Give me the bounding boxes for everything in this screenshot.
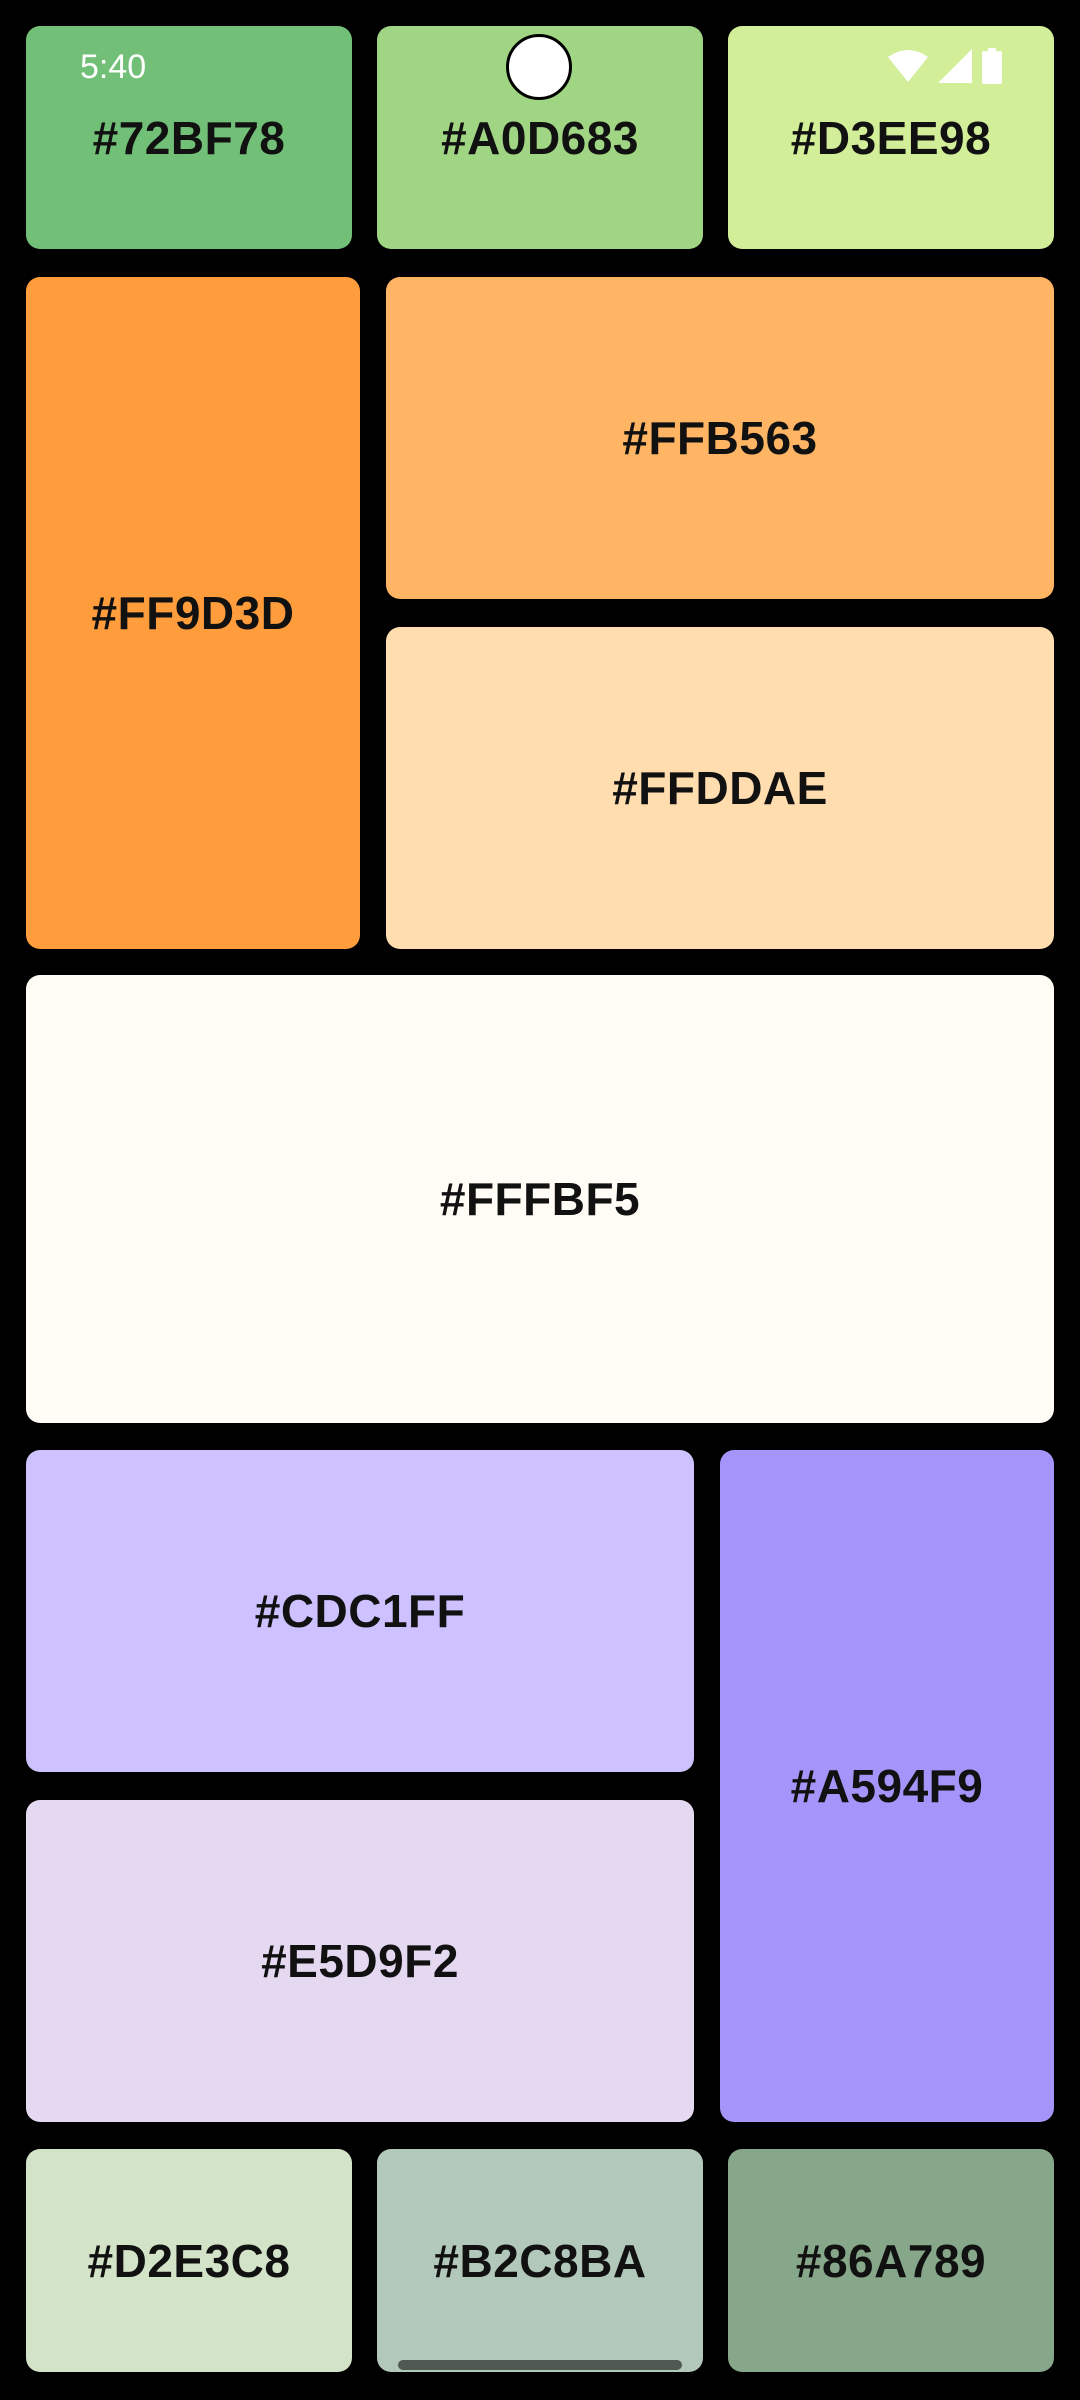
tile-lavender-1[interactable]: #CDC1FF [26, 1450, 694, 1772]
tile-label: #E5D9F2 [261, 1935, 459, 1987]
tile-green-1[interactable]: #72BF78 [26, 26, 352, 249]
home-indicator[interactable] [398, 2360, 682, 2370]
status-icons [888, 48, 1002, 84]
tile-label: #86A789 [795, 2234, 987, 2287]
tile-orange-3[interactable]: #FFDDAE [386, 627, 1054, 949]
status-time: 5:40 [80, 48, 147, 86]
tile-purple[interactable]: #A594F9 [720, 1450, 1054, 2122]
tile-label: #72BF78 [92, 111, 286, 164]
tile-label: #CDC1FF [254, 1585, 466, 1637]
wifi-icon [888, 49, 928, 83]
tile-label: #B2C8BA [433, 2234, 647, 2287]
tile-label: #FFDDAE [612, 762, 828, 814]
battery-icon [982, 48, 1002, 84]
cell-signal-icon [938, 49, 972, 83]
tile-sage-2[interactable]: #B2C8BA [377, 2149, 703, 2372]
tile-label: #A0D683 [441, 111, 639, 164]
tile-label: #D3EE98 [790, 111, 992, 164]
tile-orange-2[interactable]: #FFB563 [386, 277, 1054, 599]
tile-lavender-2[interactable]: #E5D9F2 [26, 1800, 694, 2122]
tile-label: #FFB563 [622, 412, 818, 464]
tile-label: #FF9D3D [91, 587, 295, 639]
tile-sage-3[interactable]: #86A789 [728, 2149, 1054, 2372]
tile-cream[interactable]: #FFFBF5 [26, 975, 1054, 1423]
camera-cutout [506, 34, 572, 100]
tile-sage-1[interactable]: #D2E3C8 [26, 2149, 352, 2372]
tile-label: #FFFBF5 [439, 1173, 641, 1225]
tile-label: #D2E3C8 [87, 2234, 291, 2287]
tile-orange-1[interactable]: #FF9D3D [26, 277, 360, 949]
tile-label: #A594F9 [790, 1760, 984, 1812]
